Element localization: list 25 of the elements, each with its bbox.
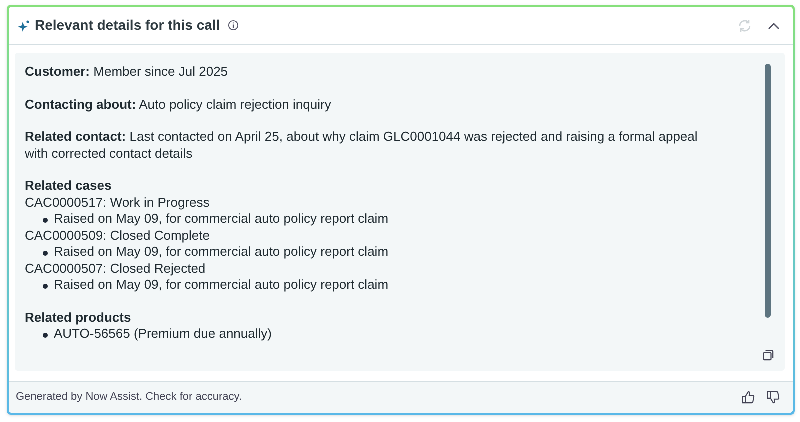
collapse-icon[interactable]	[768, 22, 780, 30]
section-heading: Related cases	[25, 178, 113, 194]
card-title: Relevant details for this call	[35, 16, 220, 35]
detail-text: Related contact: Last contacted on April 25, about why claim GLC0001044 was rejected and raising a formal appeal with corrected contact details	[25, 129, 699, 162]
detail-text: Contacting about: Auto policy claim rejection inquiry	[25, 96, 332, 113]
sparkle-icon	[18, 20, 30, 32]
bullet-icon	[43, 251, 48, 256]
copy-icon[interactable]	[762, 350, 774, 361]
scrollbar-thumb[interactable]	[765, 64, 771, 318]
case-title: CAC0000517: Work in Progress	[25, 194, 211, 211]
thumbs-up-icon[interactable]	[742, 391, 755, 404]
list-item: Raised on May 09, for commercial auto policy report claim	[54, 211, 389, 228]
list-item: AUTO-56565 (Premium due annually)	[54, 326, 272, 342]
detail-text: Customer: Member since Jul 2025	[25, 64, 230, 80]
section-heading: Related products	[25, 310, 132, 326]
list-item: Raised on May 09, for commercial auto policy report claim	[54, 277, 389, 294]
bullet-icon	[43, 284, 48, 289]
disclaimer-text: Generated by Now Assist. Check for accuracy.	[16, 390, 242, 406]
bullet-icon	[43, 333, 48, 338]
info-icon[interactable]	[228, 20, 240, 31]
case-title: CAC0000507: Closed Rejected	[25, 260, 207, 277]
thumbs-down-icon[interactable]	[767, 391, 780, 404]
bullet-icon	[43, 218, 48, 223]
case-title: CAC0000509: Closed Complete	[25, 228, 211, 244]
list-item: Raised on May 09, for commercial auto policy report claim	[54, 244, 389, 260]
